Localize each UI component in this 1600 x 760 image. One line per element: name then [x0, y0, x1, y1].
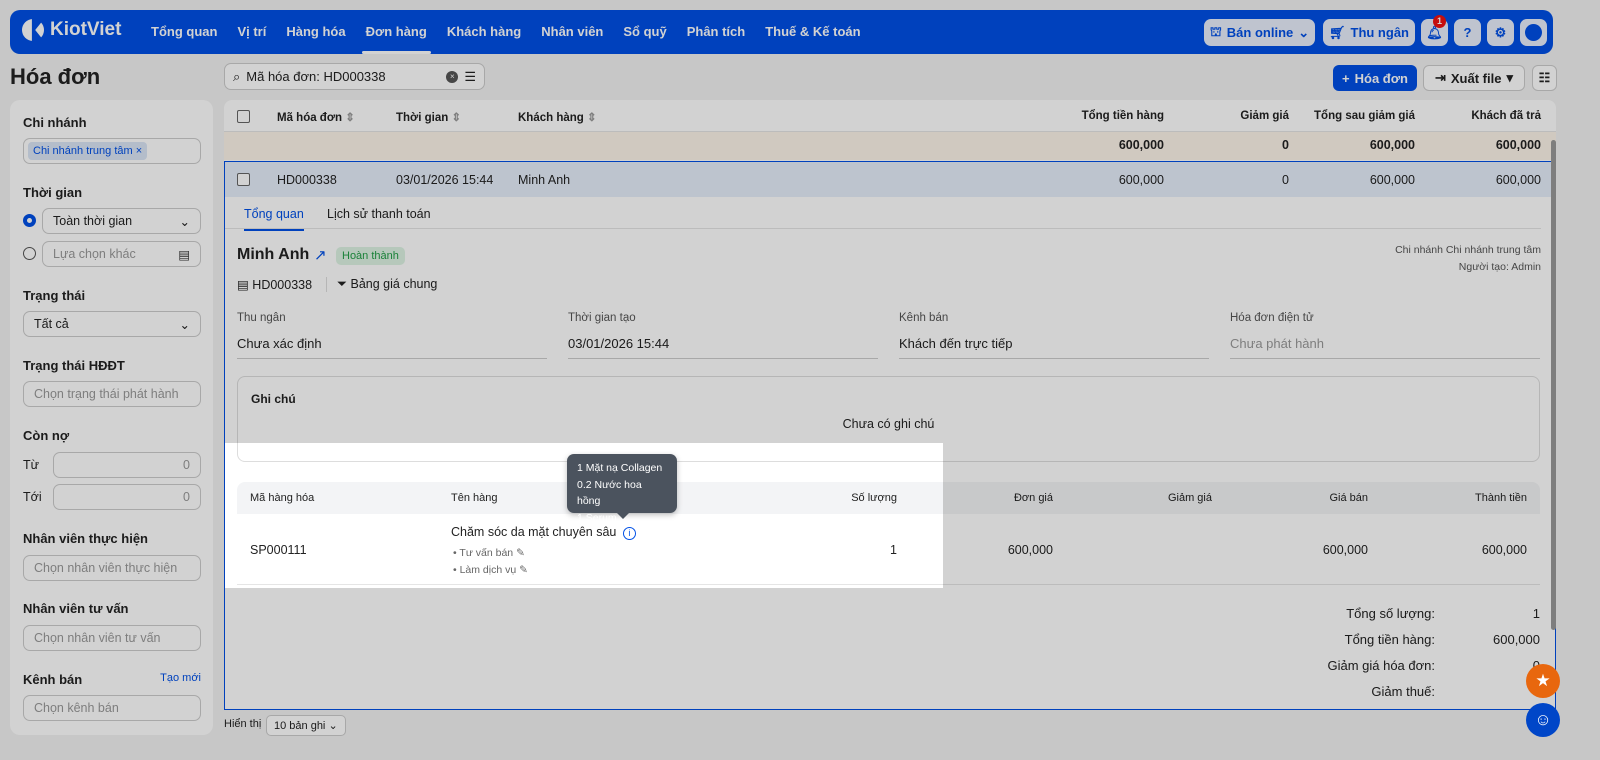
column-settings-button[interactable]: ☷ [1532, 65, 1557, 91]
nav-phan-tich[interactable]: Phân tích [687, 10, 746, 54]
edit-pencil-icon[interactable]: ✎ [519, 564, 528, 576]
staff-select[interactable]: Chọn nhân viên thực hiện [23, 555, 201, 581]
settings-button[interactable]: ⚙ [1487, 19, 1514, 46]
branch-tag[interactable]: Chi nhánh trung tâm × [28, 142, 148, 160]
row-checkbox[interactable] [237, 173, 250, 186]
combo-tooltip: 1 Mặt nạ Collagen 0.2 Nước hoa hồng 1 Se… [567, 454, 677, 524]
nav-don-hang[interactable]: Đơn hàng [361, 10, 432, 54]
filter-sliders-icon[interactable]: ☰ [464, 69, 476, 85]
tab-overview[interactable]: Tổng quan [244, 207, 304, 231]
add-invoice-button[interactable]: + Hóa đơn [1333, 65, 1417, 91]
chevron-down-icon: ⌄ [328, 720, 338, 732]
col-time[interactable]: Thời gian ⇕ [396, 110, 461, 124]
avatar-icon [1525, 24, 1542, 41]
search-icon: ⌕ [233, 68, 241, 84]
sort-icon: ⇕ [587, 112, 597, 124]
nav-vi-tri[interactable]: Vị trí [237, 10, 266, 54]
einvoice-status-select[interactable]: Chọn trạng thái phát hành [23, 381, 201, 407]
nav-so-quy[interactable]: Sổ quỹ [623, 10, 666, 54]
nav-hang-hoa[interactable]: Hàng hóa [286, 10, 345, 54]
time-range-select[interactable]: Toàn thời gian ⌄ [42, 208, 201, 234]
online-sale-button[interactable]: ⛫ Bán online ⌄ [1204, 19, 1315, 46]
notification-button[interactable]: 🔔︎ 1 [1421, 15, 1448, 46]
note-box: Ghi chú Chưa có ghi chú [237, 376, 1540, 462]
summary-row [224, 132, 1556, 160]
kiotviet-logo-icon [22, 19, 44, 41]
tab-payment-history[interactable]: Lịch sử thanh toán [327, 207, 431, 221]
filter-sidebar: Chi nhánh Chi nhánh trung tâm × Thời gia… [10, 100, 213, 735]
search-input[interactable]: ⌕ Mã hóa đơn: HD000338 × ☰ [224, 63, 485, 90]
nav-thue-ke-toan[interactable]: Thuế & Kế toán [765, 10, 860, 54]
item-name: Chăm sóc da mặt chuyên sâu i [451, 525, 636, 540]
nav-khach-hang[interactable]: Khách hàng [447, 10, 521, 54]
col-customer[interactable]: Khách hàng ⇕ [518, 110, 597, 124]
help-icon: ? [1463, 25, 1472, 40]
chevron-down-icon: ⌄ [179, 214, 190, 229]
info-icon[interactable]: i [622, 527, 636, 540]
export-icon: ⇥ [1434, 70, 1446, 85]
main-nav: Tổng quan Vị trí Hàng hóa Đơn hàng Khách… [151, 10, 881, 54]
col-after-discount[interactable]: Tổng sau giảm giá [1314, 110, 1415, 122]
page-title: Hóa đơn [10, 64, 101, 89]
debt-to-input[interactable]: 0 [53, 484, 201, 510]
status-select[interactable]: Tất cả ⌄ [23, 311, 201, 337]
price-list: ⏷ Bảng giá chung [337, 277, 438, 291]
advisor-select[interactable]: Chọn nhân viên tư vấn [23, 625, 201, 651]
logo[interactable]: KiotViet [22, 19, 121, 41]
remove-tag-icon[interactable]: × [136, 145, 142, 157]
branch-select[interactable]: Chi nhánh trung tâm × [23, 138, 201, 164]
nav-tong-quan[interactable]: Tổng quan [151, 10, 217, 54]
support-agent-icon: ☺ [1534, 710, 1552, 729]
notification-badge: 1 [1433, 15, 1446, 28]
shop-bag-icon: ⛫ [1209, 23, 1222, 39]
col-paid[interactable]: Khách đã trả [1471, 110, 1541, 122]
support-button[interactable]: ☺ [1526, 703, 1560, 737]
col-subtotal[interactable]: Tổng tiền hàng [1082, 110, 1164, 122]
grid-list-icon: ☷ [1538, 70, 1551, 85]
star-icon: ★ [1535, 671, 1551, 690]
custom-date-input[interactable]: Lựa chọn khác ▤ [42, 241, 201, 267]
external-link-icon[interactable]: ↗ [314, 246, 327, 264]
radio-all-time[interactable] [23, 214, 36, 227]
chevron-down-icon: ⌄ [1298, 24, 1310, 40]
help-button[interactable]: ? [1454, 19, 1481, 46]
col-discount[interactable]: Giảm giá [1240, 110, 1289, 122]
receipt-icon: ▤ [237, 278, 249, 292]
caret-down-icon: ▾ [1506, 70, 1513, 85]
account-button[interactable] [1520, 19, 1547, 46]
export-file-button[interactable]: ⇥ Xuất file ▾ [1423, 65, 1525, 91]
chevron-down-icon: ⌄ [179, 317, 190, 332]
select-all-checkbox[interactable] [237, 110, 250, 123]
customer-name[interactable]: Minh Anh [237, 246, 309, 264]
status-badge: Hoàn thành [336, 247, 405, 265]
calendar-icon: ▤ [178, 247, 190, 262]
tag-icon: ⏷ [337, 277, 348, 291]
sort-icon: ⇕ [451, 112, 462, 124]
invoice-table: Mã hóa đơn ⇕ Thời gian ⇕ Khách hàng ⇕ Tổ… [224, 100, 1556, 710]
cart-icon: 🛒︎ [1328, 24, 1346, 40]
plus-icon: + [1342, 70, 1350, 86]
nav-nhan-vien[interactable]: Nhân viên [541, 10, 603, 54]
favorite-button[interactable]: ★ [1526, 664, 1560, 698]
gear-icon: ⚙ [1494, 24, 1507, 40]
radio-custom-time[interactable] [23, 247, 36, 260]
col-invoice-code[interactable]: Mã hóa đơn ⇕ [277, 110, 355, 124]
invoice-code: ▤ HD000338 [237, 278, 313, 292]
clear-icon[interactable]: × [446, 70, 459, 83]
edit-pencil-icon[interactable]: ✎ [516, 547, 525, 559]
channel-select[interactable]: Chọn kênh bán [23, 695, 201, 721]
scrollbar[interactable] [1551, 140, 1556, 630]
page-size-select[interactable]: 10 bản ghi ⌄ [266, 715, 346, 736]
debt-from-input[interactable]: 0 [53, 452, 201, 478]
sort-icon: ⇕ [345, 112, 355, 124]
create-channel-link[interactable]: Tạo mới [160, 672, 201, 684]
cashier-button[interactable]: 🛒︎ Thu ngân [1323, 19, 1415, 46]
